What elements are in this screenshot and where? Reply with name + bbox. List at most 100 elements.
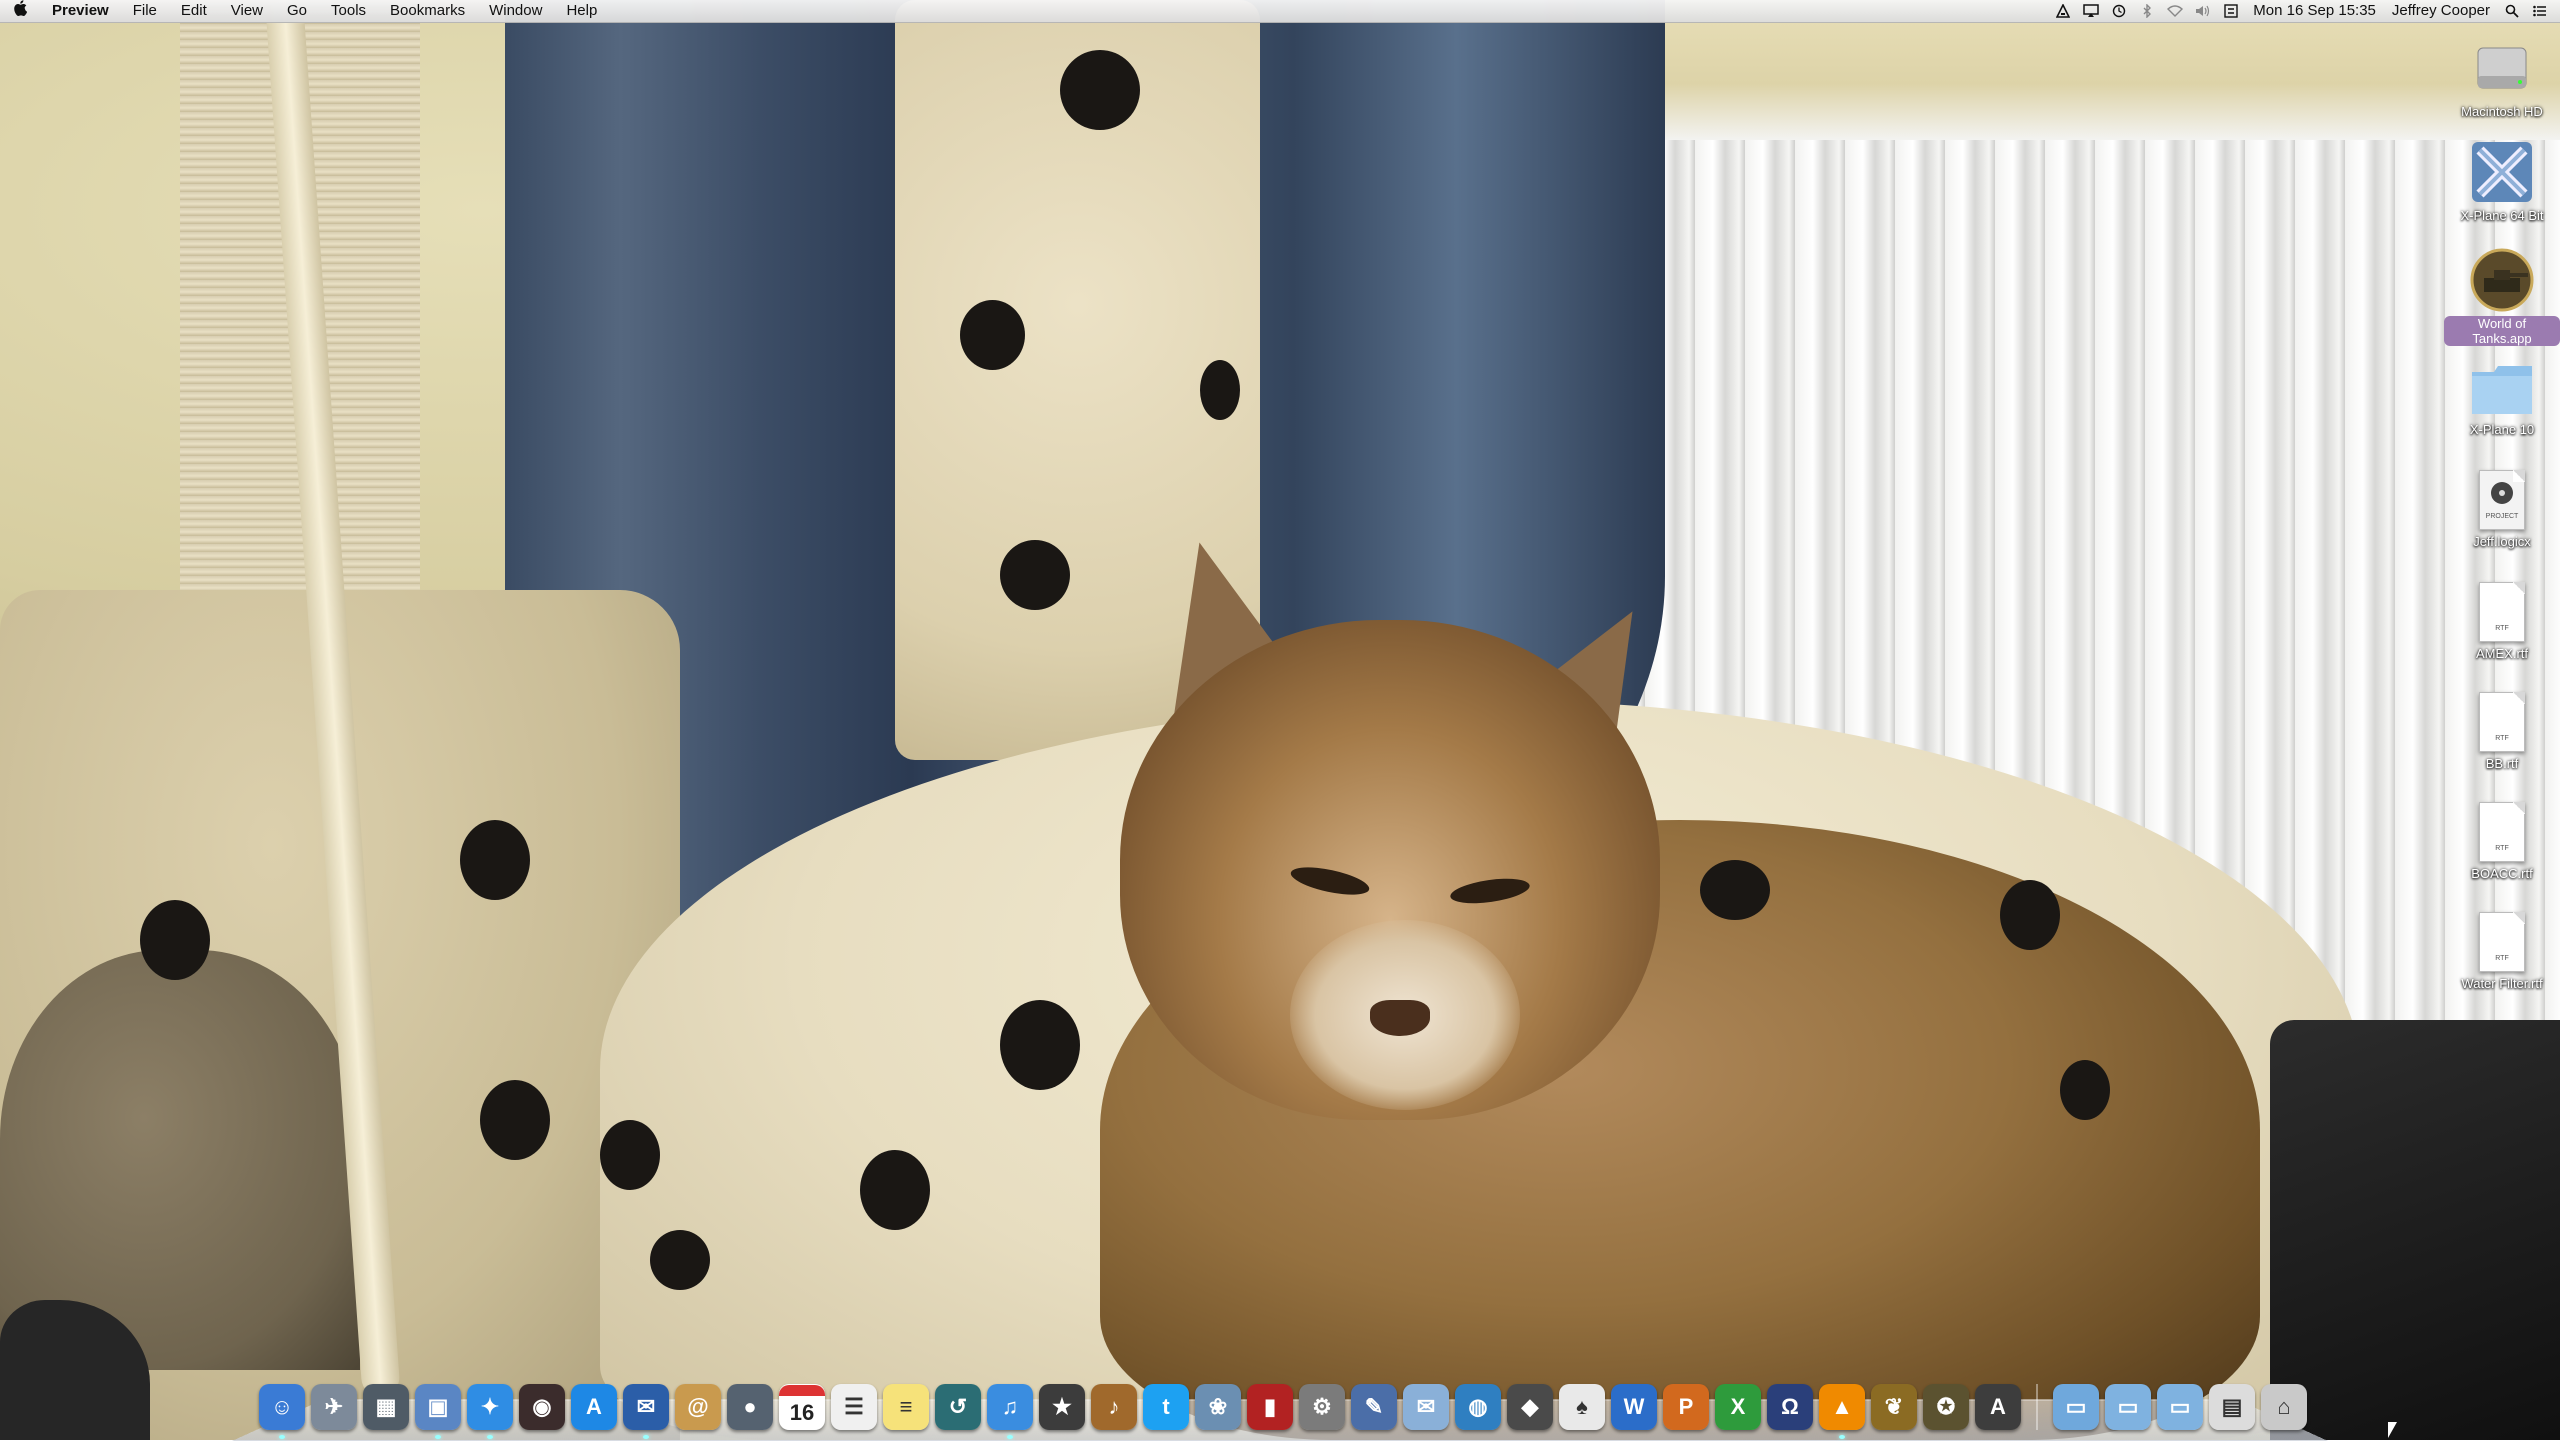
iphoto-icon[interactable]: ❀ xyxy=(1195,1384,1241,1430)
wallpaper-paw-print xyxy=(1700,860,1770,920)
desktop-icon-boacc-rtf[interactable]: RTF BOACC.rtf xyxy=(2442,802,2560,881)
calendar-icon[interactable]: 16 xyxy=(779,1384,825,1430)
menu-tools[interactable]: Tools xyxy=(319,0,378,22)
spotlight-search-icon[interactable] xyxy=(2500,0,2524,22)
menu-app-name[interactable]: Preview xyxy=(40,0,121,22)
xcode-icon[interactable]: ✎ xyxy=(1351,1384,1397,1430)
twitter-icon[interactable]: t xyxy=(1143,1384,1189,1430)
wallpaper-paw-print xyxy=(2060,1060,2110,1120)
running-indicator xyxy=(279,1435,285,1439)
menu-bar: Preview File Edit View Go Tools Bookmark… xyxy=(0,0,2560,23)
wallpaper-paw-print xyxy=(600,1120,660,1190)
word-glyph: W xyxy=(1623,1394,1645,1419)
mouse-pointer-icon xyxy=(2388,1422,2397,1438)
pineapple-icon[interactable]: ❦ xyxy=(1871,1384,1917,1430)
finder-icon[interactable]: ☺ xyxy=(259,1384,305,1439)
documents-folder-icon[interactable]: ▭ xyxy=(2105,1384,2151,1430)
preview-icon[interactable]: ▣ xyxy=(415,1384,461,1439)
font-book-icon[interactable]: A xyxy=(1975,1384,2021,1430)
thunderbird-icon[interactable]: ✉ xyxy=(623,1384,669,1439)
desktop-icon-amex-rtf[interactable]: RTF AMEX.rtf xyxy=(2442,582,2560,661)
wallpaper-cat-nose xyxy=(1370,1000,1430,1036)
system-preferences-icon[interactable]: ⚙ xyxy=(1299,1384,1345,1430)
solitaire-icon[interactable]: ♠ xyxy=(1559,1384,1605,1430)
desktop-icon-bb-rtf[interactable]: RTF BB.rtf xyxy=(2442,692,2560,771)
wifi-icon[interactable] xyxy=(2163,0,2187,22)
preview-glyph: ▣ xyxy=(427,1394,449,1419)
garageband-icon[interactable]: ♪ xyxy=(1091,1384,1137,1430)
menubar-user-name[interactable]: Jeffrey Cooper xyxy=(2384,0,2498,22)
rtf-document-icon: RTF xyxy=(2479,692,2525,752)
wallpaper-paw-print xyxy=(650,1230,710,1290)
desktop-icon-water-filter-rtf[interactable]: RTF Water Filter.rtf xyxy=(2442,912,2560,991)
safari-icon[interactable]: ✦ xyxy=(467,1384,513,1439)
network-globe-icon[interactable]: ◍ xyxy=(1455,1384,1501,1430)
photo-booth-icon[interactable]: ◉ xyxy=(519,1384,565,1430)
time-machine-glyph: ↺ xyxy=(948,1394,968,1419)
recent-documents-stack-icon[interactable]: ▤ xyxy=(2209,1384,2255,1430)
contacts-icon[interactable]: @ xyxy=(675,1384,721,1430)
menu-file[interactable]: File xyxy=(121,0,169,22)
powerpoint-icon[interactable]: P xyxy=(1663,1384,1709,1430)
document-badge: RTF xyxy=(2495,845,2509,852)
headphones-icon[interactable]: Ω xyxy=(1767,1384,1813,1430)
dock: ☺ ✈ ▦ ▣ ✦ ◉ A ✉ @ ● 16 ☰ ≡ ↺ ♫ ★ ♪ t ❀ ▮ ⚙ ✎ ✉ ◍ ◆ ♠ W P X Ω ▲ ❦ ✪ A ▭ ▭ ▭ ▤… xyxy=(256,1374,2310,1439)
desktop-icon-macintosh-hd[interactable]: Macintosh HD xyxy=(2442,30,2560,119)
excel-glyph: X xyxy=(1730,1394,1746,1419)
document-badge: PROJECT xyxy=(2485,513,2519,520)
input-source-icon[interactable] xyxy=(2219,0,2243,22)
desktop-icon-label: World of Tanks.app xyxy=(2444,316,2560,346)
menu-edit[interactable]: Edit xyxy=(169,0,219,22)
reminders-icon[interactable]: ☰ xyxy=(831,1384,877,1430)
facetime-icon[interactable]: ● xyxy=(727,1384,773,1430)
world-of-tanks-icon[interactable]: ✪ xyxy=(1923,1384,1969,1430)
itunes-icon[interactable]: ♫ xyxy=(987,1384,1033,1439)
menu-window[interactable]: Window xyxy=(477,0,554,22)
wallpaper-paw-print xyxy=(2000,880,2060,950)
applications-folder-icon[interactable]: ▭ xyxy=(2053,1384,2099,1430)
notes-icon[interactable]: ≡ xyxy=(883,1384,929,1430)
word-icon[interactable]: W xyxy=(1611,1384,1657,1430)
vlc-icon[interactable]: ▲ xyxy=(1819,1384,1865,1439)
imovie-icon[interactable]: ★ xyxy=(1039,1384,1085,1430)
wallpaper-paw-print xyxy=(1200,360,1240,420)
bluetooth-icon[interactable] xyxy=(2135,0,2159,22)
trash-icon[interactable]: ⌂ xyxy=(2261,1384,2307,1430)
notification-center-icon[interactable] xyxy=(2528,0,2552,22)
mail-icon[interactable]: ✉ xyxy=(1403,1384,1449,1430)
menu-go[interactable]: Go xyxy=(275,0,319,22)
airplay-icon[interactable] xyxy=(2079,0,2103,22)
desktop-icon-xplane-64[interactable]: X-Plane 64 Bit xyxy=(2442,140,2560,223)
launchpad-icon[interactable]: ✈ xyxy=(311,1384,357,1430)
menu-bookmarks[interactable]: Bookmarks xyxy=(378,0,477,22)
wallpaper-paw-print xyxy=(1060,50,1140,130)
desktop-icon-label: Jeff.logicx xyxy=(2473,534,2531,549)
desktop-icon-xplane-10-folder[interactable]: X-Plane 10 xyxy=(2442,362,2560,437)
photo-booth-strip-icon[interactable]: ▮ xyxy=(1247,1384,1293,1430)
menubar-clock[interactable]: Mon 16 Sep 15:35 xyxy=(2245,0,2384,22)
menu-help[interactable]: Help xyxy=(554,0,609,22)
game-center-icon[interactable]: ◆ xyxy=(1507,1384,1553,1430)
mission-control-icon[interactable]: ▦ xyxy=(363,1384,409,1430)
apple-menu-icon[interactable] xyxy=(0,0,40,23)
menu-view[interactable]: View xyxy=(219,0,275,22)
dock-apps: ☺ ✈ ▦ ▣ ✦ ◉ A ✉ @ ● 16 ☰ ≡ ↺ ♫ ★ ♪ t ❀ ▮ ⚙ ✎ ✉ ◍ ◆ ♠ W P X Ω ▲ ❦ ✪ A xyxy=(256,1384,2024,1439)
downloads-folder-icon[interactable]: ▭ xyxy=(2157,1384,2203,1430)
reminders-glyph: ☰ xyxy=(844,1394,864,1419)
font-book-glyph: A xyxy=(1990,1394,2006,1419)
applications-folder-glyph: ▭ xyxy=(2065,1394,2087,1419)
imovie-glyph: ★ xyxy=(1052,1394,1072,1419)
desktop-icon-jeff-logicx[interactable]: PROJECT Jeff.logicx xyxy=(2442,470,2560,549)
accessibility-icon[interactable] xyxy=(2051,0,2075,22)
time-machine-icon[interactable] xyxy=(2107,0,2131,22)
thunderbird-glyph: ✉ xyxy=(636,1394,656,1419)
app-store-icon[interactable]: A xyxy=(571,1384,617,1430)
mail-glyph: ✉ xyxy=(1416,1394,1436,1419)
desktop-icon-label: X-Plane 10 xyxy=(2469,422,2535,437)
volume-icon[interactable] xyxy=(2191,0,2215,22)
desktop-icon-world-of-tanks[interactable]: World of Tanks.app xyxy=(2442,248,2560,346)
rtf-document-icon: RTF xyxy=(2479,582,2525,642)
world-of-tanks-glyph: ✪ xyxy=(1936,1394,1956,1419)
time-machine-icon[interactable]: ↺ xyxy=(935,1384,981,1430)
excel-icon[interactable]: X xyxy=(1715,1384,1761,1430)
